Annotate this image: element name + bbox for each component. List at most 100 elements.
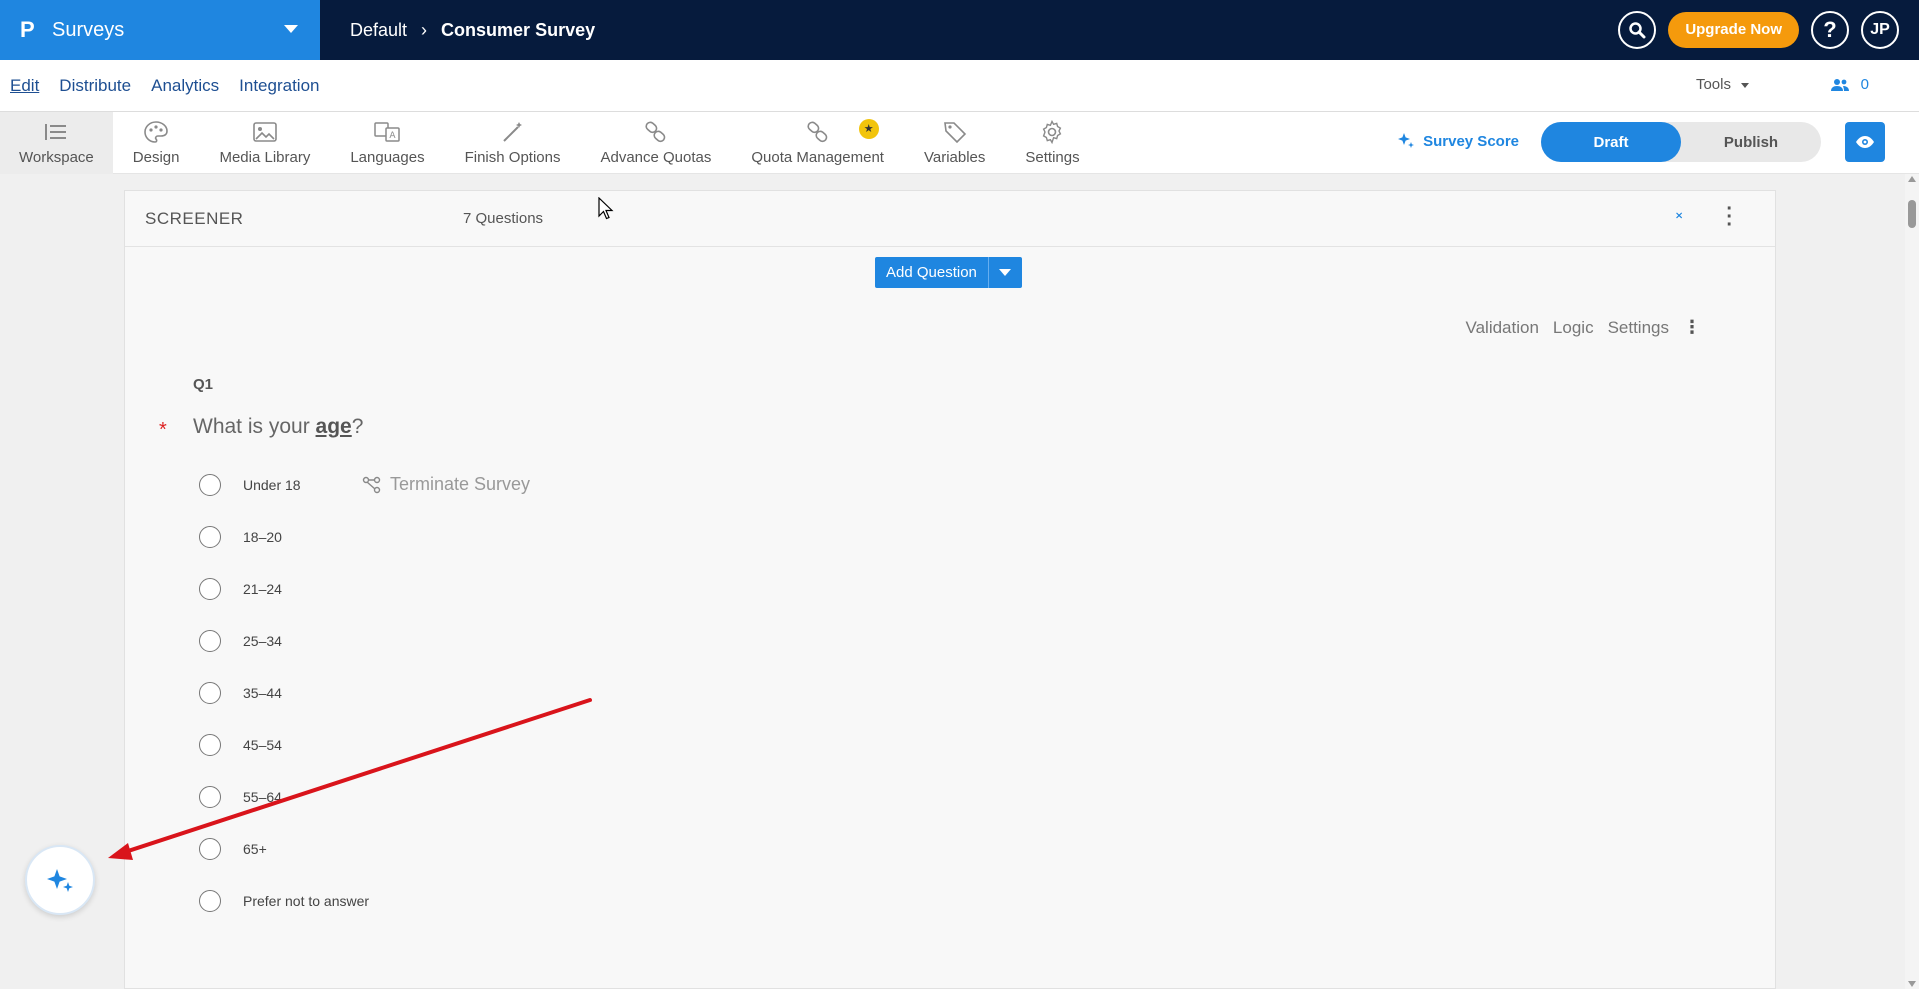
app-name: Surveys — [52, 18, 125, 41]
toolbar-label: Advance Quotas — [600, 148, 712, 166]
question-text-end: ? — [351, 415, 364, 438]
preview-button[interactable] — [1845, 122, 1885, 162]
radio-button[interactable] — [199, 838, 221, 860]
branch-icon — [362, 476, 381, 493]
question-text[interactable]: What is your age? — [193, 415, 363, 439]
radio-button[interactable] — [199, 630, 221, 652]
scrollbar-thumb[interactable] — [1908, 200, 1916, 228]
toolbar-languages[interactable]: A Languages — [330, 112, 444, 174]
answer-option[interactable]: Under 18 — [199, 474, 301, 496]
help-button[interactable]: ? — [1811, 11, 1849, 49]
tools-label: Tools — [1695, 76, 1731, 93]
toolbar-advance-quotas[interactable]: Advance Quotas — [580, 112, 731, 174]
radio-button[interactable] — [199, 526, 221, 548]
editor-toolbar: Workspace Design Media Library A Languag… — [0, 112, 1919, 174]
mouse-cursor-icon — [598, 197, 614, 220]
toolbar-quota-management[interactable]: ★ Quota Management — [731, 112, 904, 174]
search-button[interactable] — [1618, 11, 1657, 49]
add-question-button[interactable]: Add Question — [875, 257, 988, 288]
add-question-dropdown[interactable] — [987, 257, 1022, 288]
link-icon: ★ — [805, 118, 879, 143]
collaborators-button[interactable]: 0 — [1830, 76, 1869, 93]
question-tools: Validation Logic Settings ⋮ — [1466, 317, 1701, 338]
toolbar-workspace[interactable]: Workspace — [0, 112, 113, 174]
breadcrumb-survey-title[interactable]: Consumer Survey — [441, 20, 595, 41]
collapse-icon[interactable]: ⌄ ⌃ — [1673, 204, 1685, 227]
toolbar-label: Quota Management — [751, 148, 884, 166]
question-settings-link[interactable]: Settings — [1608, 318, 1669, 338]
option-label: 65+ — [243, 841, 267, 857]
toolbar-settings[interactable]: Settings — [1005, 112, 1099, 174]
palette-icon — [143, 120, 169, 143]
answer-option[interactable]: Prefer not to answer — [199, 890, 369, 912]
radio-button[interactable] — [199, 682, 221, 704]
page-scrollbar[interactable] — [1905, 174, 1919, 989]
premium-badge-icon: ★ — [858, 118, 879, 139]
help-icon: ? — [1823, 17, 1837, 42]
question-keyword: age — [315, 415, 352, 438]
magic-wand-icon — [500, 121, 526, 143]
publish-button[interactable]: Publish — [1681, 122, 1821, 162]
toolbar-label: Design — [132, 148, 180, 166]
upgrade-button[interactable]: Upgrade Now — [1668, 12, 1799, 48]
toolbar-label: Languages — [350, 148, 425, 166]
draft-publish-toggle: Draft Publish — [1541, 122, 1821, 162]
sparkle-icon — [47, 869, 73, 892]
breadcrumb-folder[interactable]: Default — [350, 20, 407, 41]
answer-option[interactable]: 45–54 — [199, 734, 282, 756]
survey-block: SCREENER 7 Questions ⌄ ⌃ · · · Add Question… — [124, 190, 1776, 989]
answer-option[interactable]: 35–44 — [199, 682, 282, 704]
radio-button[interactable] — [199, 578, 221, 600]
toolbar-label: Media Library — [219, 148, 311, 166]
toolbar-variables[interactable]: Variables — [904, 112, 1005, 174]
tag-icon — [942, 121, 968, 143]
breadcrumb: Default › Consumer Survey — [350, 20, 595, 41]
option-label: 21–24 — [243, 581, 282, 597]
answer-option[interactable]: 65+ — [199, 838, 267, 860]
app-switcher[interactable]: P Surveys — [0, 0, 320, 60]
nav-edit[interactable]: Edit — [10, 76, 39, 96]
collaborators-count: 0 — [1860, 76, 1869, 93]
answer-option[interactable]: 25–34 — [199, 630, 282, 652]
question-number: Q1 — [193, 376, 214, 393]
header-actions: Upgrade Now ? JP — [1618, 11, 1899, 49]
gear-icon — [1039, 119, 1065, 144]
radio-button[interactable] — [199, 474, 221, 496]
answer-option[interactable]: 55–64 — [199, 786, 282, 808]
question-text-start: What is your — [193, 415, 316, 438]
workspace-icon — [43, 121, 69, 143]
answer-option[interactable]: 18–20 — [199, 526, 282, 548]
radio-button[interactable] — [199, 890, 221, 912]
scroll-up-arrow-icon[interactable] — [1908, 176, 1916, 182]
avatar[interactable]: JP — [1861, 11, 1899, 49]
ai-assist-button[interactable] — [25, 845, 95, 915]
survey-score-button[interactable]: Survey Score — [1397, 132, 1519, 150]
block-header: SCREENER 7 Questions ⌄ ⌃ · · · — [125, 191, 1775, 247]
block-title[interactable]: SCREENER — [145, 209, 243, 229]
radio-button[interactable] — [199, 734, 221, 756]
nav-distribute[interactable]: Distribute — [59, 76, 131, 96]
logic-link[interactable]: Logic — [1553, 318, 1594, 338]
sparkle-icon — [1398, 133, 1415, 148]
draft-button[interactable]: Draft — [1541, 122, 1681, 162]
block-menu-icon[interactable]: · · · — [1726, 199, 1733, 235]
top-header: P Surveys Default › Consumer Survey Upgr… — [0, 0, 1919, 60]
tools-dropdown[interactable]: Tools — [1696, 76, 1749, 93]
toolbar-design[interactable]: Design — [113, 112, 200, 174]
toolbar-media-library[interactable]: Media Library — [199, 112, 330, 174]
image-icon — [252, 121, 278, 143]
scroll-down-arrow-icon[interactable] — [1908, 981, 1916, 987]
toolbar-finish-options[interactable]: Finish Options — [445, 112, 581, 174]
translate-icon: A — [374, 121, 401, 143]
option-label: 18–20 — [243, 529, 282, 545]
toolbar-label: Settings — [1025, 148, 1080, 166]
validation-link[interactable]: Validation — [1466, 318, 1539, 338]
chevron-down-icon — [1741, 82, 1749, 88]
question-menu-icon[interactable]: ⋮ — [1683, 317, 1701, 338]
nav-integration[interactable]: Integration — [239, 76, 319, 96]
radio-button[interactable] — [199, 786, 221, 808]
terminate-survey-logic[interactable]: Terminate Survey — [362, 474, 530, 495]
chevron-right-icon: › — [421, 19, 428, 40]
nav-analytics[interactable]: Analytics — [151, 76, 219, 96]
answer-option[interactable]: 21–24 — [199, 578, 282, 600]
